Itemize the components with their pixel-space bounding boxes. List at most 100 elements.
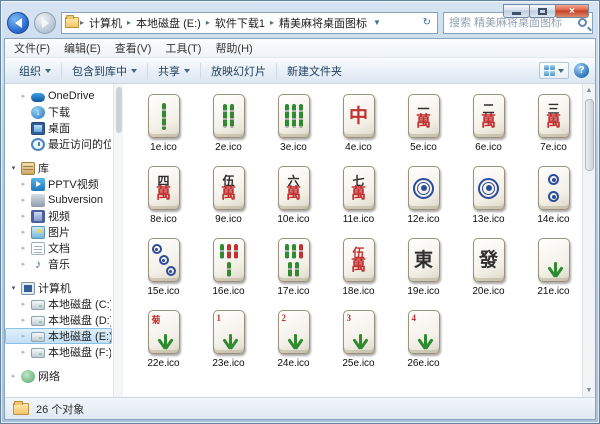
- toolbar-right: ?: [539, 62, 589, 79]
- file-item[interactable]: 3e.ico: [261, 92, 326, 164]
- sidebar-item[interactable]: ▸ OneDrive: [5, 88, 112, 104]
- address-dropdown-icon[interactable]: ▼: [371, 18, 383, 27]
- sidebar-item[interactable]: ▸ PPTV视频: [5, 176, 112, 192]
- file-item[interactable]: 六萬 10e.ico: [261, 164, 326, 236]
- menu-item[interactable]: 工具(T): [158, 38, 208, 58]
- tree-expander-icon[interactable]: ▸: [19, 260, 28, 268]
- file-item[interactable]: 二萬 6e.ico: [456, 92, 521, 164]
- search-input[interactable]: [449, 17, 578, 29]
- file-item[interactable]: 2 24e.ico: [261, 308, 326, 380]
- minimize-button[interactable]: [503, 4, 530, 18]
- file-item[interactable]: 七萬 11e.ico: [326, 164, 391, 236]
- file-item[interactable]: 伍萬 9e.ico: [196, 164, 261, 236]
- change-view-button[interactable]: [539, 62, 569, 79]
- file-item[interactable]: 21e.ico: [521, 236, 582, 308]
- breadcrumb-item[interactable]: 精美麻将桌面图标: [275, 14, 371, 32]
- refresh-icon[interactable]: ↻: [420, 17, 434, 28]
- sidebar-item[interactable]: 最近访问的位置: [5, 136, 112, 152]
- sidebar-item[interactable]: 下载: [5, 104, 112, 120]
- sidebar-item[interactable]: ▸ 本地磁盘 (D:): [5, 312, 112, 328]
- file-item[interactable]: 12e.ico: [391, 164, 456, 236]
- mahjong-tile-icon: 一萬: [408, 94, 440, 138]
- menu-item[interactable]: 编辑(E): [57, 38, 108, 58]
- file-item[interactable]: 三萬 7e.ico: [521, 92, 582, 164]
- sidebar-item[interactable]: ▸ 音乐: [5, 256, 112, 272]
- toolbar-button[interactable]: 新建文件夹: [279, 59, 350, 83]
- close-icon: ×: [569, 6, 575, 17]
- toolbar-button[interactable]: 放映幻灯片: [203, 59, 274, 83]
- toolbar-button[interactable]: 组织: [11, 59, 59, 83]
- file-item[interactable]: 一萬 5e.ico: [391, 92, 456, 164]
- tree-expander-icon[interactable]: ▸: [19, 180, 28, 188]
- help-button[interactable]: ?: [574, 63, 589, 78]
- sidebar-item[interactable]: ▸ 本地磁盘 (F:): [5, 344, 112, 360]
- menu-item[interactable]: 查看(V): [108, 38, 159, 58]
- file-item[interactable]: 3 25e.ico: [326, 308, 391, 380]
- close-button[interactable]: ×: [555, 4, 589, 18]
- file-item[interactable]: 1e.ico: [131, 92, 196, 164]
- tree-expander-icon[interactable]: ▸: [19, 92, 28, 100]
- menu-item[interactable]: 帮助(H): [208, 38, 259, 58]
- toolbar-button[interactable]: 共享: [150, 59, 198, 83]
- network-icon: [21, 370, 35, 383]
- sidebar-item[interactable]: ▸ 网络: [5, 368, 112, 384]
- file-item[interactable]: 中 4e.ico: [326, 92, 391, 164]
- tree-expander-icon[interactable]: ▸: [19, 196, 28, 204]
- file-item[interactable]: 發 20e.ico: [456, 236, 521, 308]
- maximize-button[interactable]: [529, 4, 556, 18]
- tree-expander-icon[interactable]: ▸: [9, 372, 18, 380]
- sidebar-item[interactable]: ▸ 本地磁盘 (C:): [5, 296, 112, 312]
- file-item[interactable]: 伍萬 18e.ico: [326, 236, 391, 308]
- forward-button[interactable]: [34, 12, 56, 34]
- file-label: 22e.ico: [147, 358, 179, 369]
- file-item[interactable]: 1 23e.ico: [196, 308, 261, 380]
- file-item[interactable]: 15e.ico: [131, 236, 196, 308]
- tree-expander-icon[interactable]: ▸: [19, 228, 28, 236]
- downloads-icon: [31, 106, 45, 119]
- vertical-scrollbar[interactable]: ▲ ▼: [582, 84, 595, 397]
- scroll-down-icon[interactable]: ▼: [583, 384, 596, 397]
- sidebar-item[interactable]: 桌面: [5, 120, 112, 136]
- back-button[interactable]: [7, 12, 29, 34]
- sidebar-scrollbar-thumb[interactable]: [116, 87, 122, 133]
- tree-expander-icon[interactable]: ▾: [9, 164, 18, 172]
- sidebar-item[interactable]: ▸ 文档: [5, 240, 112, 256]
- sidebar-item[interactable]: ▸ 本地磁盘 (E:): [5, 328, 112, 344]
- tree-expander-icon[interactable]: ▸: [19, 212, 28, 220]
- file-item[interactable]: 菊 22e.ico: [131, 308, 196, 380]
- sidebar-item[interactable]: ▾ 计算机: [5, 280, 112, 296]
- file-item[interactable]: 2e.ico: [196, 92, 261, 164]
- file-item[interactable]: 四萬 8e.ico: [131, 164, 196, 236]
- toolbar-button[interactable]: 包含到库中: [64, 59, 145, 83]
- breadcrumb-item[interactable]: 计算机: [85, 14, 126, 32]
- file-item[interactable]: 17e.ico: [261, 236, 326, 308]
- file-item[interactable]: 14e.ico: [521, 164, 582, 236]
- file-list: 1e.ico 2e.ico 3e.ico 中 4e.ico 一萬 5e.ico …: [123, 84, 582, 397]
- sidebar-item[interactable]: ▸ 图片: [5, 224, 112, 240]
- sidebar-item[interactable]: ▸ Subversion: [5, 192, 112, 208]
- tree-expander-icon[interactable]: ▸: [19, 332, 28, 340]
- views-grid-icon: [544, 65, 555, 76]
- address-bar[interactable]: ▸ 计算机 ▸ 本地磁盘 (E:) ▸ 软件下载1 ▸ 精美麻将桌面图标 ▼ ↻: [61, 12, 438, 34]
- file-label: 18e.ico: [342, 286, 374, 297]
- drive-icon: [31, 348, 45, 358]
- file-label: 11e.ico: [343, 214, 375, 225]
- file-item[interactable]: 13e.ico: [456, 164, 521, 236]
- file-item[interactable]: 東 19e.ico: [391, 236, 456, 308]
- breadcrumb-item[interactable]: 软件下载1: [211, 14, 269, 32]
- sidebar-item[interactable]: ▸ 视频: [5, 208, 112, 224]
- file-label: 7e.ico: [540, 142, 567, 153]
- file-item[interactable]: 16e.ico: [196, 236, 261, 308]
- scroll-up-icon[interactable]: ▲: [583, 84, 596, 97]
- tree-expander-icon[interactable]: ▸: [19, 244, 28, 252]
- tree-expander-icon[interactable]: ▸: [19, 300, 28, 308]
- sidebar-item[interactable]: ▾ 库: [5, 160, 112, 176]
- tree-expander-icon[interactable]: ▾: [9, 284, 18, 292]
- file-item[interactable]: 4 26e.ico: [391, 308, 456, 380]
- breadcrumb-item[interactable]: 本地磁盘 (E:): [132, 14, 205, 32]
- tree-expander-icon[interactable]: ▸: [19, 348, 28, 356]
- sidebar-scrollbar[interactable]: [113, 84, 123, 397]
- tree-expander-icon[interactable]: ▸: [19, 316, 28, 324]
- menu-item[interactable]: 文件(F): [7, 38, 57, 58]
- scrollbar-thumb[interactable]: [585, 99, 594, 171]
